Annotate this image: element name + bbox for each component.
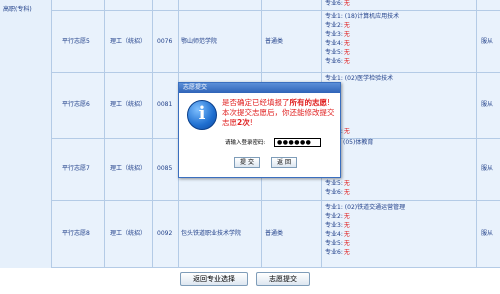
choice-name: 平行志愿6	[62, 101, 90, 108]
password-label: 请输入登录密码:	[225, 140, 266, 146]
submit-choices-button[interactable]: 志愿提交	[256, 272, 310, 286]
school-code: 0081	[157, 101, 173, 108]
school-code: 0076	[157, 38, 173, 45]
school-name[interactable]: 包头铁道职业技术学院	[181, 230, 241, 238]
choice-name: 平行志愿5	[62, 38, 90, 45]
category: 理工（统招）	[110, 165, 147, 172]
school-code: 0085	[157, 165, 173, 172]
choice-name: 平行志愿8	[62, 230, 90, 237]
plan-type: 普通类	[265, 38, 284, 45]
level-column: 高职(专科)	[0, 0, 52, 268]
school-name[interactable]: 鄂山师范学院	[181, 38, 217, 46]
school-code: 0092	[157, 230, 173, 237]
password-input[interactable]: ●●●●●●	[274, 138, 321, 147]
obey-adjust: 服从	[481, 165, 494, 172]
major-line: 专业6:无	[325, 0, 350, 7]
choice-name: 平行志愿7	[62, 165, 90, 172]
plan-type: 普通类	[265, 230, 284, 237]
obey-adjust: 服从	[481, 101, 494, 108]
category: 理工（统招）	[110, 230, 147, 237]
dialog-title: 志愿提交	[179, 83, 340, 93]
dialog-submit-button[interactable]: 提 交	[234, 157, 260, 168]
submit-confirm-dialog: 志愿提交 i 是否确定已经填报了所有的志愿! 本次提交志愿后，你还能修改提交志愿…	[178, 82, 341, 178]
back-to-majors-button[interactable]: 返回专业选择	[180, 272, 248, 286]
info-icon: i	[187, 100, 217, 130]
dialog-message: 是否确定已经填报了所有的志愿! 本次提交志愿后，你还能修改提交志愿2次!	[222, 98, 335, 127]
category: 理工（统招）	[110, 101, 147, 108]
category: 理工（统招）	[110, 38, 147, 45]
dialog-return-button[interactable]: 返 回	[271, 157, 297, 168]
major-line: (05)体教育	[343, 139, 374, 146]
obey-adjust: 服从	[481, 38, 494, 45]
level-label: 高职(专科)	[3, 6, 32, 13]
obey-adjust: 服从	[481, 230, 494, 237]
